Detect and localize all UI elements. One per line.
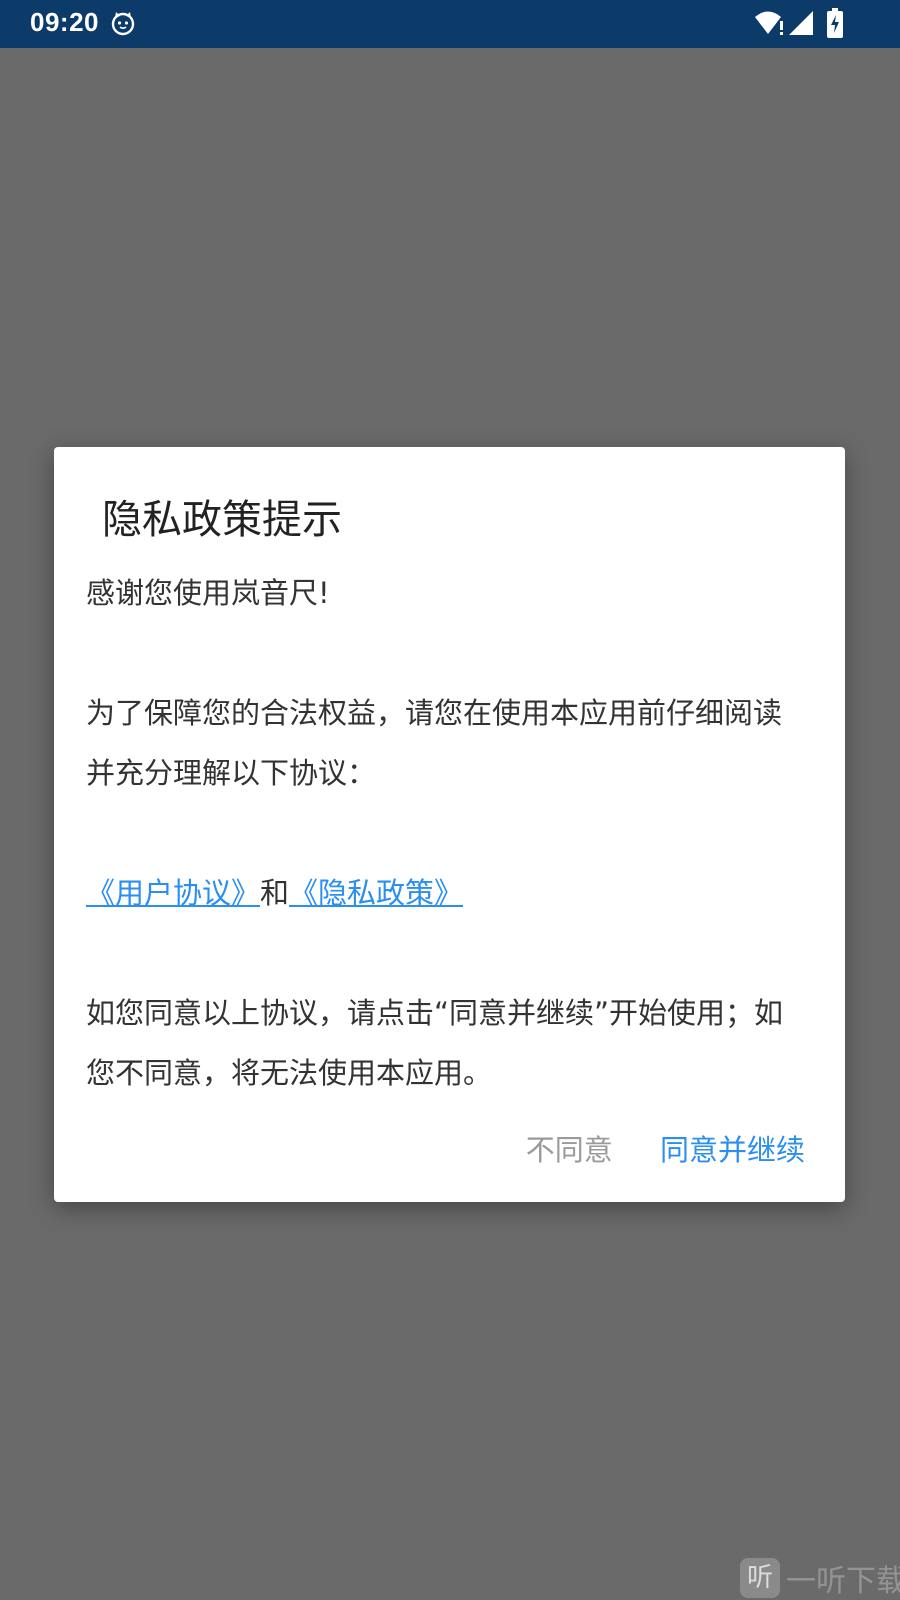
signal-icon xyxy=(788,10,814,36)
watermark: 听一听下载 xyxy=(740,1556,900,1600)
greeting-text: 感谢您使用岚音尺! xyxy=(86,576,330,610)
dialog-actions: 不同意 同意并继续 xyxy=(526,1127,805,1169)
watermark-logo-icon: 听 xyxy=(740,1558,780,1598)
agree-continue-button[interactable]: 同意并继续 xyxy=(660,1127,805,1169)
user-agreement-link[interactable]: 《用户协议》 xyxy=(86,876,260,910)
intro-text: 为了保障您的合法权益，请您在使用本应用前仔细阅读并充分理解以下协议： xyxy=(86,696,783,790)
and-text: 和 xyxy=(260,876,290,910)
privacy-policy-link[interactable]: 《隐私政策》 xyxy=(289,876,463,910)
dialog-title: 隐私政策提示 xyxy=(102,497,342,543)
dialog-body: 感谢您使用岚音尺! 为了保障您的合法权益，请您在使用本应用前仔细阅读并充分理解以… xyxy=(86,563,806,1103)
privacy-dialog: 隐私政策提示 感谢您使用岚音尺! 为了保障您的合法权益，请您在使用本应用前仔细阅… xyxy=(54,447,845,1202)
agreement-links: 《用户协议》和《隐私政策》 xyxy=(86,863,806,923)
battery-charging-icon xyxy=(826,8,844,38)
status-bar: 09:20 xyxy=(0,0,900,48)
status-time: 09:20 xyxy=(30,7,99,37)
closing-text: 如您同意以上协议，请点击“同意并继续”开始使用；如您不同意，将无法使用本应用。 xyxy=(86,996,784,1090)
watermark-text: 一听下载 xyxy=(786,1564,900,1599)
disagree-button[interactable]: 不同意 xyxy=(526,1127,613,1169)
wifi-icon xyxy=(754,9,786,37)
cat-icon xyxy=(110,10,136,36)
